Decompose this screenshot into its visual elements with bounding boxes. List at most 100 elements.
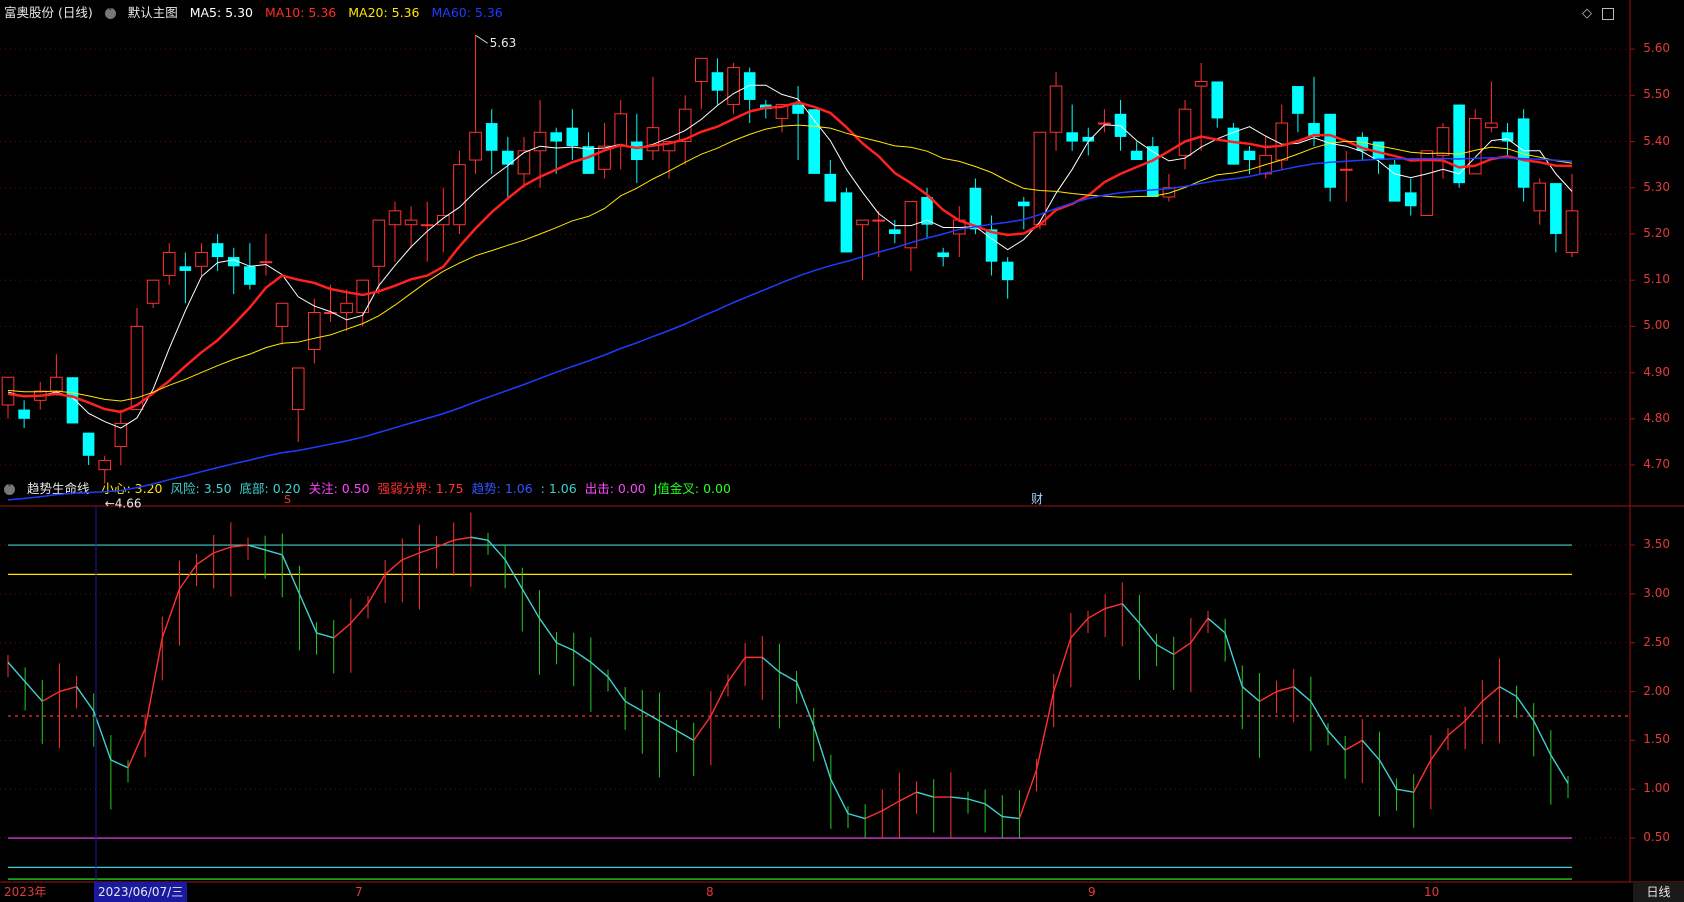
trend-line — [710, 681, 729, 717]
candle-body — [420, 224, 434, 227]
y-tick-label: 5.60 — [1643, 41, 1670, 56]
candle-body — [614, 113, 628, 147]
trend-line — [641, 710, 660, 722]
candle-body — [695, 57, 708, 82]
candle-body — [1339, 168, 1353, 171]
candle-body — [275, 302, 289, 327]
high-pointer — [475, 34, 488, 44]
candle-body — [1275, 122, 1289, 161]
trend-line — [538, 617, 558, 644]
candle-body — [146, 279, 160, 304]
candle-body — [727, 67, 740, 106]
candle-body — [98, 459, 112, 471]
candle-body — [1436, 127, 1450, 156]
candle-body — [18, 409, 30, 419]
trend-line — [813, 725, 832, 780]
candle-body — [937, 252, 949, 258]
y-tick-label: 4.80 — [1643, 410, 1670, 425]
trend-line — [830, 779, 849, 814]
trend-line — [659, 720, 677, 732]
trend-line — [761, 656, 780, 673]
candle-body — [162, 251, 176, 277]
trend-line — [1464, 700, 1483, 722]
trend-line — [1156, 644, 1175, 656]
cai-marker: 财 — [1031, 492, 1043, 506]
candle-body — [50, 376, 63, 392]
chart-area[interactable]: 5.63 ←4.66 S 财 — [0, 0, 1684, 902]
y-tick-label: 5.50 — [1643, 87, 1670, 102]
y-tick-label: 5.10 — [1643, 272, 1670, 287]
y-tick-label: 2.00 — [1643, 683, 1670, 698]
candle-body — [856, 219, 869, 226]
ma10-line — [7, 101, 1573, 414]
trend-line — [75, 686, 95, 712]
candle-body — [211, 243, 224, 258]
trend-line — [419, 546, 437, 554]
y-tick-label: 0.50 — [1643, 830, 1670, 845]
trend-line — [1138, 622, 1158, 646]
candle-body — [1017, 201, 1030, 207]
candle-body — [291, 367, 305, 411]
candles — [1, 35, 1579, 484]
trend-line — [1276, 686, 1294, 693]
trend-line — [899, 791, 917, 802]
trend-line — [196, 552, 215, 566]
candle-body — [1324, 113, 1336, 188]
trend-line — [1344, 739, 1363, 751]
candle-body — [340, 302, 353, 314]
trend-line — [316, 632, 334, 639]
trend-line — [1053, 637, 1072, 692]
trend-line — [24, 681, 43, 702]
candle-body — [1404, 192, 1417, 207]
trend-line — [1241, 686, 1260, 702]
trend-line — [556, 642, 575, 652]
candle-body — [872, 219, 885, 222]
candle-body — [1001, 261, 1014, 281]
candle-body — [485, 123, 498, 151]
period-button[interactable]: 日线 — [1633, 882, 1684, 902]
trend-line — [864, 810, 883, 820]
candle-body — [711, 72, 724, 91]
trend-line — [727, 656, 746, 683]
candle-body — [1550, 183, 1562, 234]
trend-line — [178, 564, 198, 590]
trend-line — [1361, 739, 1380, 761]
y-tick-label: 2.50 — [1643, 634, 1670, 649]
trend-line — [1121, 603, 1140, 624]
y-tick-label: 1.50 — [1643, 732, 1670, 747]
candle-body — [840, 192, 853, 253]
trend-line — [881, 800, 900, 812]
candle-body — [1178, 108, 1192, 156]
candle-body — [1033, 131, 1047, 226]
trend-line — [1190, 617, 1209, 644]
trend-line — [1070, 617, 1089, 639]
trend-line — [676, 730, 695, 741]
candle-body — [1194, 80, 1208, 87]
trend-line — [298, 593, 318, 634]
trend-line — [1104, 602, 1123, 610]
trend-line — [950, 796, 969, 800]
trend-line — [1447, 720, 1466, 737]
candle-body — [179, 266, 192, 271]
trend-line — [161, 588, 181, 639]
candle-body — [888, 229, 901, 234]
y-tick-label: 3.00 — [1643, 585, 1670, 600]
cursor-date-label: 2023/06/07/三 — [94, 882, 188, 902]
trend-line — [573, 649, 592, 663]
trend-line — [1173, 642, 1192, 656]
y-tick-label: 5.00 — [1643, 318, 1670, 333]
x-month-label: 8 — [706, 885, 714, 899]
high-price-label: 5.63 — [490, 36, 517, 50]
trend-line — [1481, 686, 1500, 702]
trend-line — [607, 676, 626, 702]
trend-line — [916, 791, 934, 798]
trend-line — [1515, 696, 1535, 722]
candle-body — [582, 146, 595, 174]
trend-line — [436, 539, 454, 548]
candle-body — [469, 131, 482, 161]
y-tick-label: 1.00 — [1643, 781, 1670, 796]
trend-line — [453, 536, 471, 541]
candle-body — [808, 109, 820, 174]
trend-line — [333, 622, 352, 639]
candle-body — [1243, 150, 1256, 161]
